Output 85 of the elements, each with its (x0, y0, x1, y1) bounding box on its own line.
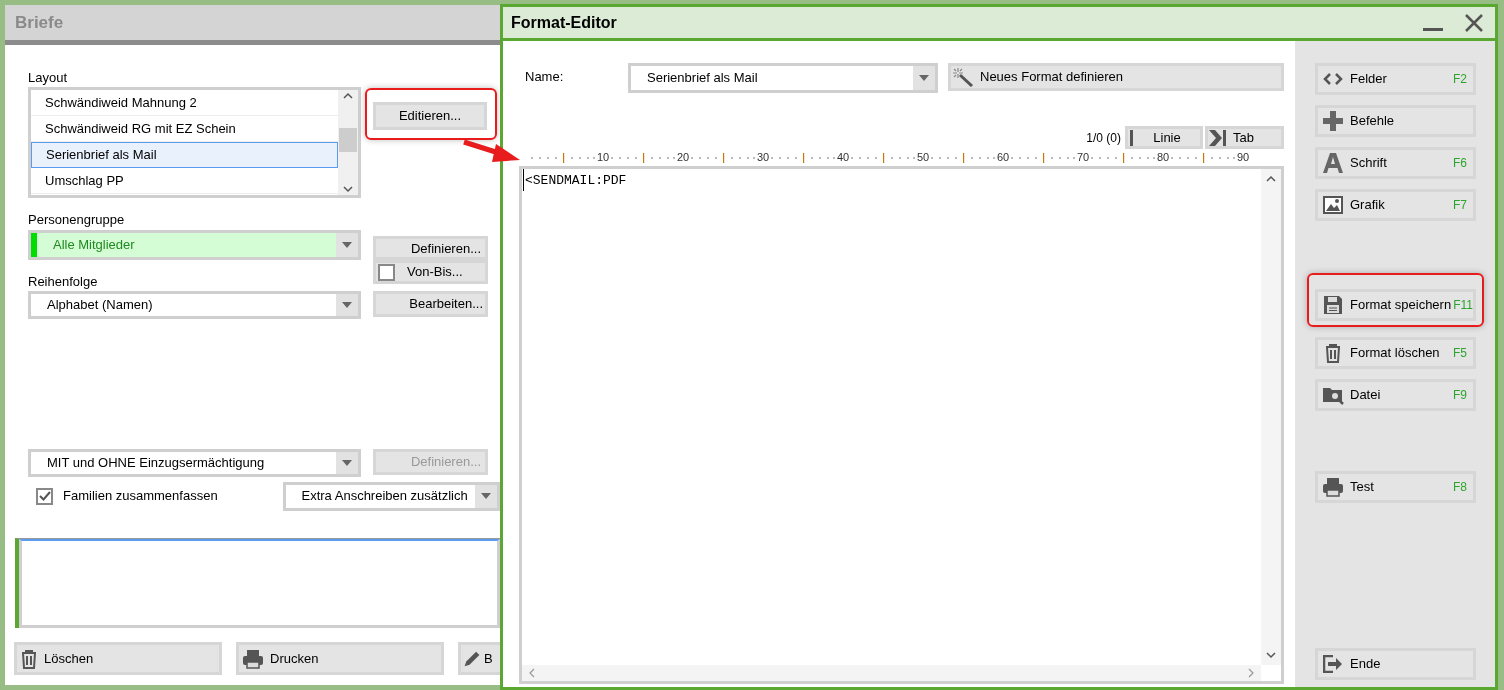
side-button[interactable]: Felder F2 (1315, 63, 1476, 95)
scroll-left-icon[interactable] (528, 668, 536, 678)
checkbox-label: Familien zusammenfassen (63, 487, 219, 506)
line-button[interactable]: Linie (1125, 126, 1203, 149)
side-button[interactable]: Schrift F6 (1315, 147, 1476, 179)
button[interactable]: Löschen (14, 642, 222, 675)
side-button[interactable]: Format speichern F11 (1315, 289, 1476, 321)
edit-button[interactable]: Editieren... (373, 102, 487, 130)
side-button[interactable]: Datei F9 (1315, 379, 1476, 411)
caret-icon (342, 460, 352, 466)
ruler-number: 10 (596, 150, 610, 166)
shortcut-key: F6 (1453, 154, 1467, 172)
button[interactable]: Drucken (236, 642, 444, 675)
side-button[interactable]: Ende (1315, 648, 1476, 680)
window-title: Briefe (15, 11, 64, 34)
field-label: Name: (524, 68, 565, 86)
window-title: Format-Editor (511, 12, 618, 33)
scroll-thumb[interactable] (339, 128, 357, 152)
image-icon (1323, 196, 1343, 214)
pencil-icon (463, 649, 481, 668)
trash-icon (1324, 343, 1342, 363)
checkbox[interactable] (36, 487, 53, 505)
checkbox[interactable] (378, 263, 395, 281)
ruler-number: 40 (836, 150, 850, 166)
ruler-number: 20 (676, 150, 690, 166)
list-item[interactable]: Serienbrief als Mail (31, 142, 338, 168)
field-label: Personengruppe (28, 211, 126, 228)
list-item[interactable]: Schwändiweid Mahnung 2 (31, 90, 338, 116)
define-button[interactable]: Definieren... (373, 236, 488, 260)
ruler-number: 80 (1156, 150, 1170, 166)
trash-icon (20, 648, 38, 669)
dropdown[interactable]: Alle Mitglieder (28, 230, 361, 260)
tab-button[interactable]: Tab (1205, 126, 1284, 149)
field-label: Layout (28, 69, 69, 85)
scroll-up-icon[interactable] (1266, 175, 1276, 183)
ruler-number: 90 (1236, 150, 1250, 166)
dropdown-value: Alle Mitglieder (37, 233, 336, 257)
shortcut-key: F7 (1453, 196, 1467, 214)
scroll-down-icon[interactable] (1266, 651, 1276, 659)
side-button[interactable]: Grafik F7 (1315, 189, 1476, 221)
caret-icon (919, 75, 929, 81)
plus-icon (1323, 111, 1343, 131)
shortcut-key: F5 (1453, 344, 1467, 362)
save-icon (1323, 295, 1343, 315)
magic-wand-icon (952, 67, 974, 87)
position-text: 1/0 (0) (1086, 129, 1121, 147)
exit-icon (1323, 655, 1343, 673)
text-editor[interactable]: <SENDMAIL:PDF (519, 166, 1284, 684)
caret-icon (481, 493, 491, 499)
shortcut-key: F11 (1453, 296, 1473, 314)
ruler-number: 30 (756, 150, 770, 166)
caret-icon (342, 302, 352, 308)
side-button[interactable]: Befehle (1315, 105, 1476, 137)
checkbox-label: Von-Bis... (407, 263, 463, 282)
code-brackets-icon (1323, 72, 1343, 86)
printer-icon (242, 648, 264, 669)
button[interactable]: B (458, 642, 500, 675)
ruler-number: 70 (1076, 150, 1090, 166)
field-label: Reihenfolge (28, 273, 99, 290)
shortcut-key: F8 (1453, 478, 1467, 496)
close-icon[interactable] (1465, 13, 1483, 32)
side-button[interactable]: Test F8 (1315, 471, 1476, 503)
text-area[interactable] (19, 539, 500, 628)
checkbox-button[interactable]: Von-Bis... (373, 260, 488, 284)
shortcut-key: F2 (1453, 70, 1467, 88)
scroll-up-icon[interactable] (343, 92, 353, 100)
list-item[interactable]: Umschlag PP (31, 168, 338, 194)
ruler-number: 60 (996, 150, 1010, 166)
dropdown[interactable]: Serienbrief als Mail (628, 63, 938, 93)
new-format-button[interactable]: Neues Format definieren (948, 63, 1284, 91)
scroll-down-icon[interactable] (343, 185, 353, 193)
tab-icon (1209, 129, 1227, 146)
font-icon (1323, 153, 1343, 173)
dropdown[interactable]: Alphabet (Namen) (28, 291, 361, 319)
dropdown[interactable]: MIT und OHNE Einzugsermächtigung (28, 449, 361, 477)
ruler-number: 50 (916, 150, 930, 166)
dropdown[interactable]: Extra Anschreiben zusätzlich (282, 481, 500, 511)
shortcut-key: F9 (1453, 386, 1467, 404)
printer-icon (1322, 477, 1344, 497)
folder-search-icon (1322, 385, 1344, 405)
caret-icon (342, 242, 352, 248)
side-button[interactable]: Format löschen F5 (1315, 337, 1476, 369)
status-marker (31, 233, 37, 257)
edit-button[interactable]: Bearbeiten... (373, 291, 488, 317)
scroll-right-icon[interactable] (1247, 668, 1255, 678)
